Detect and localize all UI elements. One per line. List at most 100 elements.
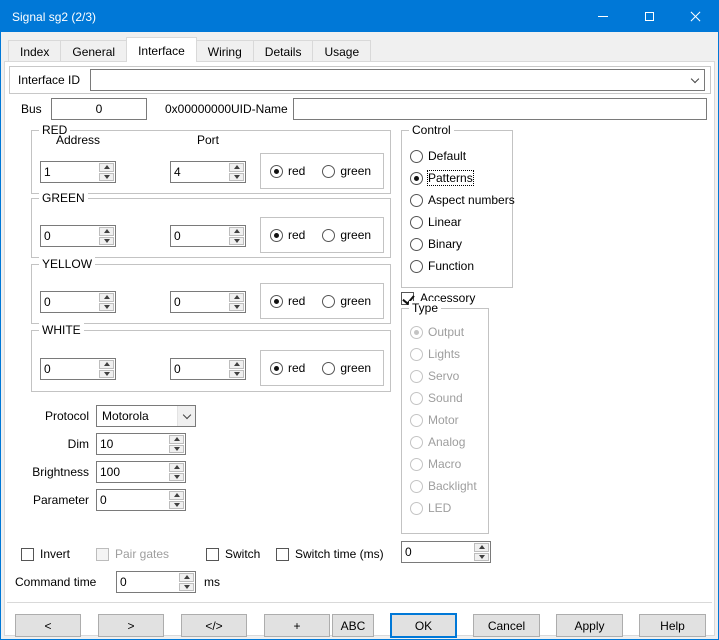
invert-checkbox[interactable]: Invert — [21, 547, 70, 561]
spin-up-icon[interactable] — [229, 163, 244, 172]
dim-spinner[interactable] — [96, 433, 186, 455]
chevron-down-icon[interactable] — [177, 406, 195, 426]
spin-up-icon[interactable] — [169, 491, 184, 500]
spin-up-icon[interactable] — [169, 463, 184, 472]
red-port-input[interactable] — [171, 162, 228, 182]
green-port-input[interactable] — [171, 226, 228, 246]
spin-up-icon[interactable] — [99, 360, 114, 369]
type-option-analog: Analog — [402, 431, 488, 453]
spin-up-icon[interactable] — [474, 543, 489, 552]
spin-down-icon[interactable] — [179, 583, 194, 592]
green-gate-green-radio[interactable]: green — [322, 228, 371, 242]
spin-down-icon[interactable] — [229, 237, 244, 246]
maximize-button[interactable] — [626, 1, 672, 32]
switch-checkbox[interactable]: Switch — [206, 547, 260, 561]
spin-up-icon[interactable] — [99, 293, 114, 302]
spin-down-icon[interactable] — [474, 553, 489, 562]
red-port-spinner[interactable] — [170, 161, 246, 183]
command-time-spinner[interactable] — [116, 571, 196, 593]
control-option-function[interactable]: Function — [402, 255, 512, 277]
spin-down-icon[interactable] — [169, 501, 184, 510]
minimize-button[interactable] — [580, 1, 626, 32]
spin-up-icon[interactable] — [99, 163, 114, 172]
spin-up-icon[interactable] — [229, 293, 244, 302]
spin-down-icon[interactable] — [169, 445, 184, 454]
tab-general[interactable]: General — [60, 40, 127, 61]
spin-up-icon[interactable] — [179, 573, 194, 582]
green-address-spinner[interactable] — [40, 225, 116, 247]
apply-button[interactable]: Apply — [556, 614, 623, 637]
parameter-spinner[interactable] — [96, 489, 186, 511]
green-port-spinner[interactable] — [170, 225, 246, 247]
spin-down-icon[interactable] — [229, 173, 244, 182]
white-address-input[interactable] — [41, 359, 98, 379]
control-option-default[interactable]: Default — [402, 145, 512, 167]
help-button[interactable]: Help — [639, 614, 706, 637]
switch-time-checkbox[interactable]: Switch time (ms) — [276, 547, 384, 561]
spin-up-icon[interactable] — [229, 227, 244, 236]
radio-icon — [270, 362, 283, 375]
control-option-binary[interactable]: Binary — [402, 233, 512, 255]
spin-buttons — [168, 490, 185, 510]
yellow-port-spinner[interactable] — [170, 291, 246, 313]
red-address-spinner[interactable] — [40, 161, 116, 183]
tab-index[interactable]: Index — [8, 40, 61, 61]
prev-button[interactable]: < — [15, 614, 81, 637]
spin-up-icon[interactable] — [169, 435, 184, 444]
tab-details[interactable]: Details — [253, 40, 314, 61]
control-option-patterns[interactable]: Patterns — [402, 167, 512, 189]
white-port-spinner[interactable] — [170, 358, 246, 380]
yellow-port-input[interactable] — [171, 292, 228, 312]
yellow-address-input[interactable] — [41, 292, 98, 312]
cancel-button[interactable]: Cancel — [473, 614, 540, 637]
spin-down-icon[interactable] — [99, 370, 114, 379]
tab-usage[interactable]: Usage — [312, 40, 371, 61]
close-button[interactable] — [672, 1, 718, 32]
type-group: Type Output Lights Servo Sound Motor Ana… — [401, 308, 489, 534]
bus-input[interactable] — [51, 98, 147, 120]
white-port-input[interactable] — [171, 359, 228, 379]
white-gate-green-radio[interactable]: green — [322, 361, 371, 375]
red-gate-red-radio[interactable]: red — [270, 164, 305, 178]
parameter-label: Parameter — [5, 493, 89, 507]
command-time-input[interactable] — [117, 572, 178, 592]
control-option-aspect-numbers[interactable]: Aspect numbers — [402, 189, 512, 211]
tab-wiring[interactable]: Wiring — [196, 40, 254, 61]
brightness-spinner[interactable] — [96, 461, 186, 483]
yellow-gate-green-radio[interactable]: green — [322, 294, 371, 308]
spin-down-icon[interactable] — [99, 173, 114, 182]
radio-icon — [410, 238, 423, 251]
green-address-input[interactable] — [41, 226, 98, 246]
chevron-down-icon[interactable] — [686, 70, 704, 90]
pair-gates-checkbox: Pair gates — [96, 547, 169, 561]
code-button[interactable]: </> — [181, 614, 247, 637]
protocol-combobox[interactable]: Motorola — [96, 405, 196, 427]
interface-id-combobox[interactable] — [90, 69, 705, 91]
dim-input[interactable] — [97, 434, 168, 454]
yellow-gate-red-radio[interactable]: red — [270, 294, 305, 308]
spin-down-icon[interactable] — [169, 473, 184, 482]
spin-up-icon[interactable] — [99, 227, 114, 236]
white-address-spinner[interactable] — [40, 358, 116, 380]
uid-name-input[interactable] — [293, 98, 707, 120]
spin-down-icon[interactable] — [99, 303, 114, 312]
switch-time-spinner[interactable] — [401, 541, 491, 563]
red-gate-green-radio[interactable]: green — [322, 164, 371, 178]
ok-button[interactable]: OK — [390, 613, 457, 638]
add-button[interactable]: + — [264, 614, 330, 637]
tab-interface[interactable]: Interface — [126, 37, 197, 62]
spin-down-icon[interactable] — [229, 303, 244, 312]
control-option-linear[interactable]: Linear — [402, 211, 512, 233]
spin-down-icon[interactable] — [99, 237, 114, 246]
spin-up-icon[interactable] — [229, 360, 244, 369]
red-address-input[interactable] — [41, 162, 98, 182]
green-gate-red-radio[interactable]: red — [270, 228, 305, 242]
next-button[interactable]: > — [98, 614, 164, 637]
brightness-input[interactable] — [97, 462, 168, 482]
abc-button[interactable]: ABC — [332, 614, 374, 637]
parameter-input[interactable] — [97, 490, 168, 510]
spin-down-icon[interactable] — [229, 370, 244, 379]
yellow-address-spinner[interactable] — [40, 291, 116, 313]
switch-time-input[interactable] — [402, 542, 473, 562]
white-gate-red-radio[interactable]: red — [270, 361, 305, 375]
